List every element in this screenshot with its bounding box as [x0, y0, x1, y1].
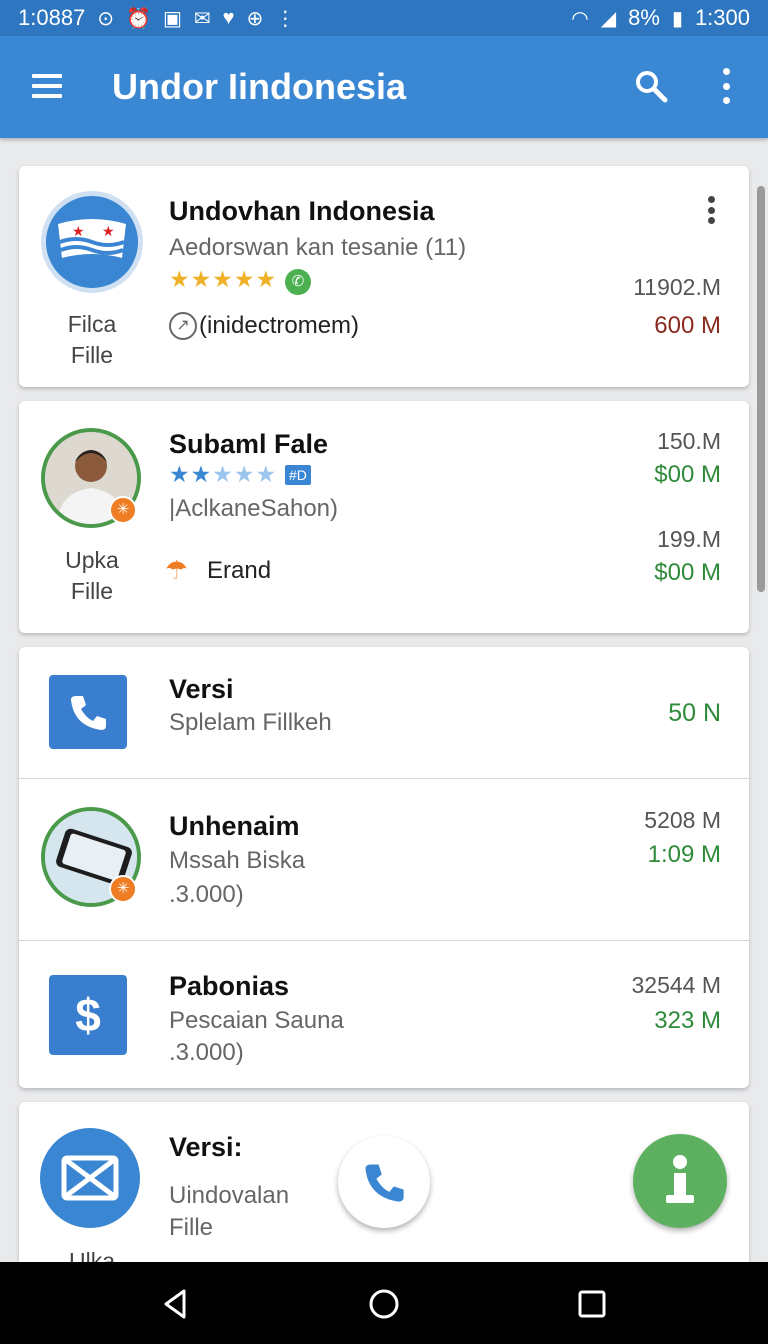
item-value-secondary: 323 M: [654, 1007, 721, 1034]
alarm-icon: ⏰: [126, 7, 151, 30]
item-title: Versi:: [169, 1132, 243, 1162]
info-icon: [666, 1155, 694, 1203]
item-subtitle-extra: .3.000): [169, 881, 244, 908]
mail-avatar: [40, 1128, 140, 1228]
item-title: Subaml Fale: [169, 429, 329, 459]
badge-icon: ✳: [109, 496, 137, 524]
flag-icon: ★ ★: [58, 219, 126, 258]
image-icon: ▣: [162, 7, 182, 30]
call-fab[interactable]: [338, 1136, 430, 1228]
status-time: 1:0887: [18, 5, 86, 30]
side-label: Fille: [70, 342, 114, 368]
wifi-icon: ◠: [571, 7, 589, 30]
mail-icon: ✉: [193, 7, 211, 30]
notification-icon: ⊙: [97, 7, 115, 30]
dollar-tile: $: [49, 975, 127, 1055]
list-item[interactable]: Versi Splelam Fillkeh 50 N: [19, 647, 749, 778]
item-subtitle-extra: .3.000): [169, 1039, 244, 1066]
envelope-icon: [61, 1155, 119, 1201]
battery-percent: 8%: [628, 5, 660, 30]
list-item[interactable]: $ Pabonias Pescaian Sauna .3.000) 32544 …: [19, 941, 749, 1088]
item-subtitle: Splelam Fillkeh: [169, 709, 332, 736]
item-title: Undovhan Indonesia: [169, 196, 435, 226]
item-value-secondary: 50 N: [668, 699, 721, 727]
item-subtitle: |AclkaneSahon): [169, 495, 339, 522]
item-subtitle: Uindovalan: [169, 1182, 290, 1209]
scrollbar[interactable]: [757, 186, 765, 592]
item-value-secondary: $00 M: [654, 461, 721, 488]
overflow-menu-icon[interactable]: [720, 68, 732, 104]
item-title: Unhenaim: [169, 811, 300, 841]
umbrella-icon: ☂: [165, 555, 189, 585]
item-value-secondary: 1:09 M: [647, 841, 721, 868]
compass-icon: ↗: [169, 312, 197, 340]
item-subtitle: Pescaian Sauna: [169, 1007, 344, 1034]
list-item[interactable]: ✳ Upka Fille Subaml Fale ★★★★★ #D |Aclka…: [19, 401, 749, 633]
verified-icon: ✆: [285, 269, 311, 295]
category-badge: #D: [285, 465, 311, 485]
item-value: 5208 M: [644, 807, 721, 833]
info-fab[interactable]: [633, 1134, 727, 1228]
back-icon[interactable]: [160, 1288, 192, 1320]
item-tag: Erand: [207, 557, 272, 584]
svg-text:★: ★: [102, 223, 115, 239]
item-value: 150.M: [657, 428, 721, 454]
list-item[interactable]: ★ ★ Filca Fille Undovhan Indonesia Aedor…: [19, 166, 749, 387]
flag-avatar: ★ ★: [41, 191, 143, 293]
item-more-icon[interactable]: [706, 196, 716, 224]
item-value-secondary: $00 M: [654, 559, 721, 586]
page-title: Undor Iindonesia: [112, 66, 407, 107]
item-subtitle: Mssah Biska: [169, 847, 306, 874]
side-label: Filca: [67, 311, 117, 337]
more-dot-icon: ⋮: [275, 7, 296, 30]
item-title: Pabonias: [169, 971, 290, 1001]
item-value: 11902.M: [633, 274, 721, 300]
battery-icon: ▮: [671, 7, 683, 30]
menu-icon[interactable]: [32, 74, 62, 98]
badge-icon: ✳: [109, 875, 137, 903]
signal-icon: ◢: [600, 7, 617, 30]
status-clock: 1:300: [694, 5, 750, 30]
sync-icon: ⊕: [246, 7, 264, 30]
item-subtitle: Aedorswan kan tesanie (11): [169, 234, 467, 261]
item-tag: (inidectromem): [199, 312, 360, 339]
side-label: Fille: [70, 578, 114, 604]
side-label: Upka: [65, 547, 119, 573]
recents-icon[interactable]: [576, 1288, 608, 1320]
search-icon[interactable]: [634, 69, 668, 103]
item-value: 32544 M: [631, 972, 721, 998]
list-item[interactable]: ✳ Unhenaim Mssah Biska .3.000) 5208 M 1:…: [19, 779, 749, 940]
svg-text:★: ★: [72, 223, 85, 239]
location-icon: ♥: [222, 6, 235, 29]
grouped-list: Versi Splelam Fillkeh 50 N ✳ Unhenaim Ms…: [19, 647, 749, 1088]
app-bar: Undor Iindonesia: [0, 36, 768, 138]
item-title: Versi: [169, 674, 234, 704]
rating-stars: ★★★★★: [169, 461, 278, 487]
status-bar: 1:0887 ⊙ ⏰ ▣ ✉ ♥ ⊕ ⋮ ◠ ◢ 8% ▮ 1:300: [0, 0, 768, 36]
phone-tile: [49, 675, 127, 749]
home-icon[interactable]: [368, 1288, 400, 1320]
item-subtitle-extra: Fille: [169, 1214, 214, 1241]
dollar-icon: $: [75, 989, 101, 1041]
item-value: 199.M: [657, 526, 721, 552]
phone-icon: [71, 696, 106, 730]
phone-icon: [365, 1164, 404, 1202]
rating-stars: ★★★★★: [169, 266, 278, 292]
item-value-secondary: 600 M: [654, 312, 721, 339]
system-nav-bar: [0, 1262, 768, 1344]
